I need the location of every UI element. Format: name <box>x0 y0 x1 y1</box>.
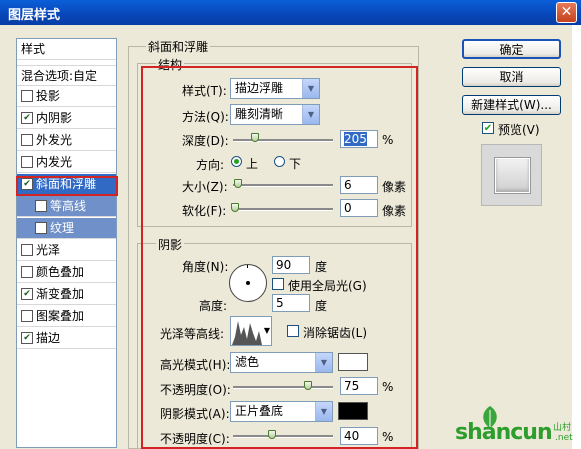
new-style-button[interactable]: 新建样式(W)... <box>462 95 561 115</box>
sidebar-item-label: 渐变叠加 <box>36 287 85 301</box>
title-bar: 图层样式 ✕ <box>0 0 581 25</box>
styles-header[interactable]: 样式 <box>17 39 116 60</box>
sidebar-item[interactable]: 外发光 <box>17 130 116 151</box>
sidebar-item[interactable]: 光泽 <box>17 240 116 261</box>
background-strip <box>572 25 581 449</box>
sidebar-item[interactable]: ✔ 描边 <box>17 328 116 349</box>
sidebar-item[interactable]: ✔ 渐变叠加 <box>17 284 116 305</box>
sidebar-item-label: 纹理 <box>50 221 75 235</box>
preview-label: 预览(V) <box>498 123 540 137</box>
checkbox-icon[interactable] <box>35 199 47 212</box>
preview-checkbox[interactable]: ✔ <box>482 122 494 134</box>
sidebar-item-label: 投影 <box>36 89 61 103</box>
sidebar-item[interactable]: ✔ 内阴影 <box>17 108 116 129</box>
cancel-button[interactable]: 取消 <box>462 67 561 87</box>
sidebar-item[interactable]: 内发光 <box>17 152 116 173</box>
sidebar-item-label: 内阴影 <box>36 111 73 125</box>
close-button[interactable]: ✕ <box>556 2 577 23</box>
sidebar-item-label: 光泽 <box>36 243 61 257</box>
sidebar-item-label: 内发光 <box>36 155 73 169</box>
checkbox-icon[interactable] <box>21 265 33 278</box>
checkbox-icon[interactable] <box>35 221 47 234</box>
sidebar-item[interactable]: 纹理 <box>17 218 116 239</box>
sidebar-item-label: 图案叠加 <box>36 309 85 323</box>
checkbox-icon[interactable] <box>21 133 33 146</box>
checkbox-checked-icon[interactable]: ✔ <box>21 287 33 300</box>
preview-swatch <box>495 158 530 193</box>
sidebar-item[interactable]: 图案叠加 <box>17 306 116 327</box>
blend-options-item[interactable]: 混合选项:自定 <box>17 65 116 86</box>
sidebar-item-label: 等高线 <box>50 199 87 213</box>
checkbox-checked-icon[interactable]: ✔ <box>21 111 33 124</box>
checkbox-icon[interactable] <box>21 155 33 168</box>
checkbox-icon[interactable] <box>21 309 33 322</box>
sidebar-item-label: 外发光 <box>36 133 73 147</box>
ok-button[interactable]: 确定 <box>462 39 561 59</box>
sidebar-item-label: 描边 <box>36 331 61 345</box>
highlight-frame-settings <box>141 66 418 449</box>
sidebar-item-label: 颜色叠加 <box>36 265 85 279</box>
watermark-tld: .net <box>555 433 573 443</box>
watermark-sub: 山村 <box>553 423 572 433</box>
checkbox-checked-icon[interactable]: ✔ <box>21 331 33 344</box>
sidebar-item[interactable]: 颜色叠加 <box>17 262 116 283</box>
watermark-brand: shancun <box>455 420 553 445</box>
window-title: 图层样式 <box>8 8 61 23</box>
bevel-group-title: 斜面和浮雕 <box>146 38 211 55</box>
style-preview <box>481 144 542 206</box>
checkbox-icon[interactable] <box>21 243 33 256</box>
sidebar-item[interactable]: 等高线 <box>17 196 116 217</box>
highlight-frame-sidebar <box>16 176 118 196</box>
sidebar-item[interactable]: 投影 <box>17 86 116 107</box>
checkbox-icon[interactable] <box>21 89 33 102</box>
styles-list: 样式 混合选项:自定 投影 ✔ 内阴影 外发光 内发光 ✔ 斜面和浮雕 等高线 纹理 光泽 颜色叠加… <box>16 38 117 448</box>
watermark: shancun 山村 .net <box>447 406 581 449</box>
